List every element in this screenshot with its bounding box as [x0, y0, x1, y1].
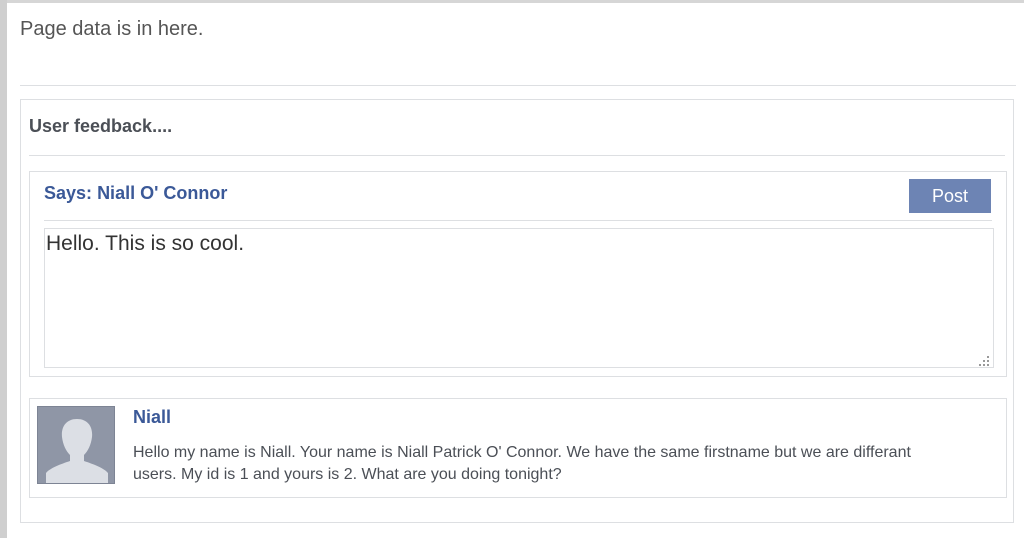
default-user-silhouette-icon: [38, 407, 114, 483]
compose-box: Says: Niall O' Connor Post Hello. This i…: [29, 171, 1007, 377]
post-button[interactable]: Post: [909, 179, 991, 213]
user-feedback-panel: User feedback.... Says: Niall O' Connor …: [20, 99, 1014, 523]
compose-author-name[interactable]: Niall O' Connor: [97, 183, 227, 203]
avatar[interactable]: [37, 406, 115, 484]
comment-textarea[interactable]: Hello. This is so cool.: [44, 228, 994, 368]
top-border: [7, 0, 1024, 3]
comment-body: Hello my name is Niall. Your name is Nia…: [133, 444, 911, 483]
compose-divider: [44, 220, 992, 221]
resize-grip-icon[interactable]: [979, 356, 989, 366]
feedback-divider: [29, 155, 1005, 156]
comment-author-name[interactable]: Niall: [133, 407, 171, 428]
page-intro-text: Page data is in here.: [20, 18, 204, 40]
page-divider: [20, 85, 1016, 86]
compose-header: Says: Niall O' Connor: [44, 183, 227, 204]
feedback-title: User feedback....: [29, 116, 173, 136]
left-rail: [0, 0, 7, 538]
comment-item: Niall Hello my name is Niall. Your name …: [29, 398, 1007, 498]
says-label: Says:: [44, 183, 93, 203]
